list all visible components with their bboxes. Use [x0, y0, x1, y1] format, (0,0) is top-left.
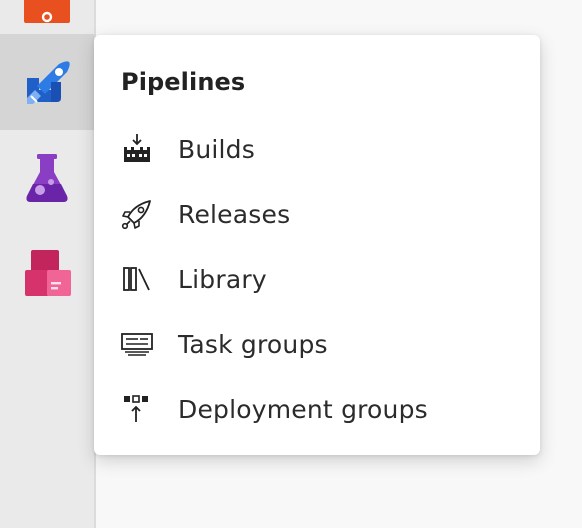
menu-item-library[interactable]: Library: [94, 250, 540, 308]
library-icon: [120, 262, 154, 296]
releases-icon: [120, 197, 154, 231]
rail-item-artifacts[interactable]: [0, 226, 94, 322]
menu-item-label: Deployment groups: [178, 394, 428, 424]
deployment-groups-icon: [120, 392, 154, 426]
left-nav-rail: [0, 0, 96, 528]
rail-item-pipelines[interactable]: [0, 34, 94, 130]
menu-item-builds[interactable]: Builds: [94, 120, 540, 178]
menu-item-label: Builds: [178, 134, 255, 164]
menu-item-releases[interactable]: Releases: [94, 185, 540, 243]
menu-item-label: Library: [178, 264, 267, 294]
app-window: Pipelines Builds Releases Library Task g…: [0, 0, 582, 528]
artifacts-icon: [21, 248, 73, 300]
pipelines-flyout-menu: Pipelines Builds Releases Library Task g…: [94, 35, 540, 455]
task-groups-icon: [120, 327, 154, 361]
builds-icon: [120, 132, 154, 166]
rail-item-test-plans[interactable]: [0, 130, 94, 226]
pipelines-icon: [21, 56, 73, 108]
menu-item-label: Releases: [178, 199, 291, 229]
flyout-title: Pipelines: [121, 68, 246, 96]
menu-item-deployment-groups[interactable]: Deployment groups: [94, 380, 540, 438]
test-plans-icon: [21, 152, 73, 204]
menu-item-label: Task groups: [178, 329, 328, 359]
overview-icon: [24, 0, 70, 23]
menu-item-task-groups[interactable]: Task groups: [94, 315, 540, 373]
